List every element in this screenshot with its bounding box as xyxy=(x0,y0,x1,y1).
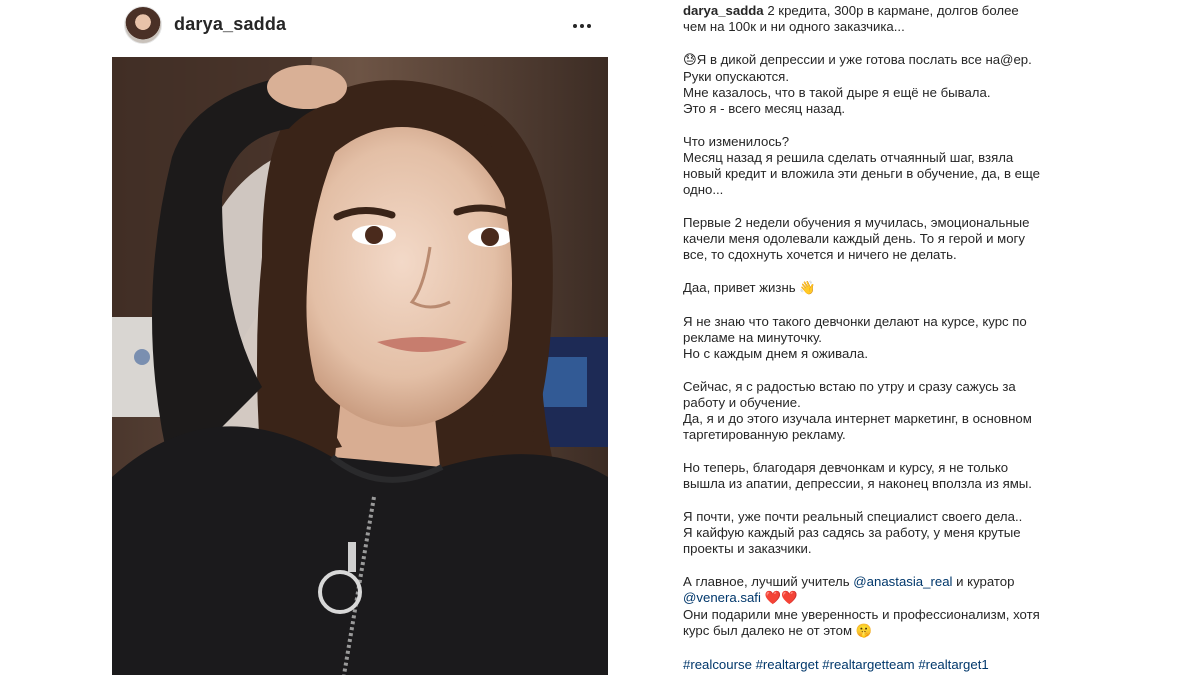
red-hearts-emoji-icon: ❤️❤️ xyxy=(764,591,798,606)
caption-text: и куратор xyxy=(956,574,1015,589)
selfie-photo-illustration xyxy=(112,57,608,675)
avatar[interactable] xyxy=(124,6,162,44)
caption-paragraph: Что изменилось? Месяц назад я решила сде… xyxy=(683,134,1043,198)
caption-paragraph: Первые 2 недели обучения я мучилась, эмо… xyxy=(683,215,1043,263)
caption-text: Мне казалось, что в такой дыре я ещё не … xyxy=(683,85,991,100)
caption-text: Сейчас, я с радостью встаю по утру и сра… xyxy=(683,379,1016,410)
mention-link[interactable]: @anastasia_real xyxy=(853,574,952,589)
caption-username[interactable]: darya_sadda xyxy=(683,3,764,18)
caption-paragraph: Но теперь, благодаря девчонкам и курсу, … xyxy=(683,460,1043,492)
caption-paragraph: Я почти, уже почти реальный специалист с… xyxy=(683,509,1043,557)
more-options-button[interactable] xyxy=(568,12,596,40)
more-dot-icon xyxy=(587,24,591,28)
post-header: darya_sadda xyxy=(112,0,608,52)
mention-link[interactable]: @venera.safi xyxy=(683,590,761,605)
hashtag-link[interactable]: #realtarget1 xyxy=(918,657,988,672)
caption-paragraph: Сейчас, я с радостью встаю по утру и сра… xyxy=(683,379,1043,443)
shushing-face-emoji-icon: 🤫 xyxy=(855,624,873,639)
caption-text: Первые 2 недели обучения я мучилась, эмо… xyxy=(683,215,1030,262)
downcast-sweat-emoji-icon: 😓 xyxy=(683,53,697,68)
caption-text: Это я - всего месяц назад. xyxy=(683,101,846,116)
caption-text: Месяц назад я решила сделать отчаянный ш… xyxy=(683,150,1040,197)
caption-text: Да, я и до этого изучала интернет маркет… xyxy=(683,411,1032,442)
caption-paragraph: Я не знаю что такого девчонки делают на … xyxy=(683,314,1043,362)
caption-paragraph: 😓Я в дикой депрессии и уже готова послат… xyxy=(683,52,1043,117)
caption-text: Я кайфую каждый раз садясь за работу, у … xyxy=(683,525,1021,556)
hashtag-link[interactable]: #realcourse xyxy=(683,657,752,672)
post-username[interactable]: darya_sadda xyxy=(174,14,286,35)
caption-text: Что изменилось? xyxy=(683,134,790,149)
caption-text: Но с каждым днем я оживала. xyxy=(683,346,869,361)
caption-paragraph: Даа, привет жизнь 👋 xyxy=(683,280,1043,297)
hashtag-link[interactable]: #realtarget xyxy=(756,657,819,672)
more-dot-icon xyxy=(580,24,584,28)
caption-paragraph: А главное, лучший учитель @anastasia_rea… xyxy=(683,574,1043,640)
caption-text: Я не знаю что такого девчонки делают на … xyxy=(683,314,1027,345)
caption-intro: darya_sadda 2 кредита, 300р в кармане, д… xyxy=(683,3,1043,35)
post-photo[interactable] xyxy=(112,57,608,675)
caption-text: Даа, привет жизнь xyxy=(683,280,796,295)
waving-hand-emoji-icon: 👋 xyxy=(799,281,816,296)
caption-text: Но теперь, благодаря девчонкам и курсу, … xyxy=(683,460,1032,491)
caption-text: Я почти, уже почти реальный специалист с… xyxy=(683,509,1023,524)
more-dot-icon xyxy=(573,24,577,28)
post-caption: darya_sadda 2 кредита, 300р в кармане, д… xyxy=(683,3,1043,690)
post-media-column: darya_sadda xyxy=(112,0,608,675)
hashtag-link[interactable]: #realtargetteam xyxy=(822,657,914,672)
hashtags: #realcourse #realtarget #realtargetteam … xyxy=(683,657,1043,673)
caption-text: Я в дикой депрессии и уже готова послать… xyxy=(683,52,1032,84)
caption-text: А главное, лучший учитель xyxy=(683,574,850,589)
